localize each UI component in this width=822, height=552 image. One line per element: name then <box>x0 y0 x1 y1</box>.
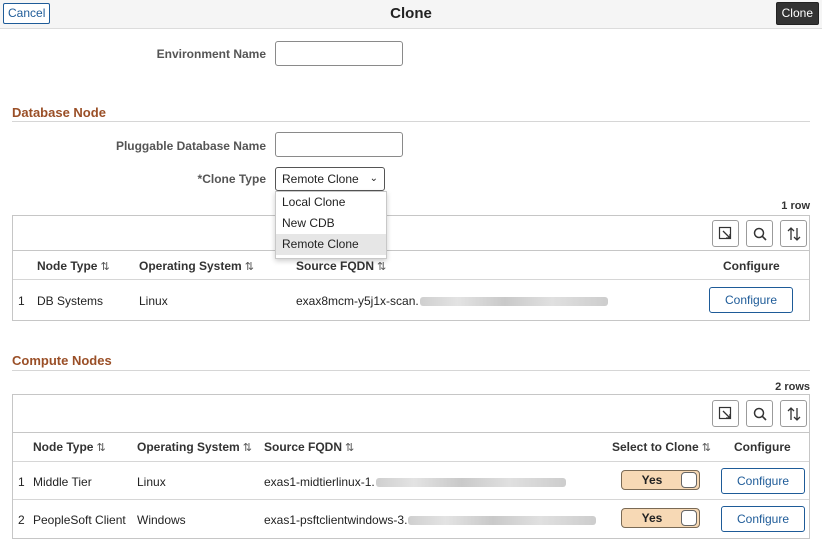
database-node-divider <box>12 121 810 122</box>
row-number: 2 <box>18 513 25 527</box>
environment-name-label: Environment Name <box>156 47 266 61</box>
fqdn-cell: exas1-psftclientwindows-3. <box>264 513 597 527</box>
sort-button[interactable] <box>780 220 807 247</box>
col-node-type[interactable]: Node Type ⇅ <box>37 259 110 273</box>
sort-icon: ⇅ <box>96 442 106 454</box>
grid-divider <box>13 461 809 462</box>
configure-button[interactable]: Configure <box>721 506 805 532</box>
sort-arrows-icon <box>787 227 801 241</box>
configure-button[interactable]: Configure <box>709 287 793 313</box>
toggle-label: Yes <box>641 473 663 487</box>
col-source-fqdn-label: Source FQDN <box>296 259 375 273</box>
sort-icon: ⇅ <box>701 442 711 454</box>
col-source-fqdn[interactable]: Source FQDN ⇅ <box>264 440 354 454</box>
export-button[interactable] <box>712 400 739 427</box>
os-cell: Linux <box>139 294 168 308</box>
col-configure: Configure <box>723 259 780 273</box>
node-type-cell: PeopleSoft Client <box>33 513 126 527</box>
database-node-section-title: Database Node <box>12 105 106 120</box>
sort-arrows-icon <box>787 407 801 421</box>
col-source-fqdn-label: Source FQDN <box>264 440 343 454</box>
export-button[interactable] <box>712 220 739 247</box>
row-number: 1 <box>18 475 25 489</box>
col-node-type[interactable]: Node Type ⇅ <box>33 440 106 454</box>
fqdn-cell: exax8mcm-y5j1x-scan. <box>296 294 608 308</box>
export-icon <box>718 226 732 240</box>
page-title: Clone <box>390 5 432 22</box>
grid-toolbar <box>13 216 809 251</box>
grid-toolbar <box>13 395 809 433</box>
search-icon <box>753 407 767 421</box>
toggle-knob <box>681 472 697 488</box>
compute-nodes-section-title: Compute Nodes <box>12 353 112 368</box>
compute-row-count: 2 rows <box>775 381 810 393</box>
col-operating-system-label: Operating System <box>139 259 242 273</box>
col-operating-system-label: Operating System <box>137 440 240 454</box>
database-node-grid: Node Type ⇅ Operating System ⇅ Source FQDN… <box>12 215 810 321</box>
sort-icon: ⇅ <box>100 261 110 273</box>
col-operating-system[interactable]: Operating System ⇅ <box>139 259 254 273</box>
col-node-type-label: Node Type <box>37 259 98 273</box>
environment-name-input[interactable] <box>275 41 403 66</box>
toggle-knob <box>681 510 697 526</box>
sort-icon: ⇅ <box>345 442 355 454</box>
redacted-text <box>375 478 566 488</box>
row-divider <box>13 499 809 500</box>
sort-icon: ⇅ <box>242 442 252 454</box>
search-button[interactable] <box>746 400 773 427</box>
export-icon <box>718 406 732 420</box>
compute-nodes-divider <box>12 370 810 371</box>
fqdn-text: exas1-psftclientwindows-3. <box>264 513 408 527</box>
col-configure: Configure <box>734 440 791 454</box>
col-source-fqdn[interactable]: Source FQDN ⇅ <box>296 259 386 273</box>
page-header: Cancel Clone Clone <box>0 0 822 29</box>
grid-divider <box>13 279 809 280</box>
search-icon <box>753 227 767 241</box>
pdb-name-label: Pluggable Database Name <box>115 139 266 153</box>
pdb-name-input[interactable] <box>275 132 403 157</box>
redacted-text <box>408 516 597 526</box>
clone-type-dropdown: Local Clone New CDB Remote Clone <box>275 191 387 259</box>
os-cell: Windows <box>137 513 186 527</box>
configure-button[interactable]: Configure <box>721 468 805 494</box>
sort-button[interactable] <box>780 400 807 427</box>
sort-icon: ⇅ <box>244 261 254 273</box>
dropdown-option-new-cdb[interactable]: New CDB <box>276 213 386 234</box>
fqdn-cell: exas1-midtierlinux-1. <box>264 475 566 489</box>
node-type-cell: DB Systems <box>37 294 104 308</box>
col-operating-system[interactable]: Operating System ⇅ <box>137 440 252 454</box>
clone-button[interactable]: Clone <box>775 2 819 25</box>
row-number: 1 <box>18 294 25 308</box>
clone-type-select[interactable]: Remote Clone ⌄ <box>275 167 385 191</box>
select-to-clone-toggle[interactable]: Yes <box>621 508 700 528</box>
redacted-text <box>419 297 608 307</box>
db-row-count: 1 row <box>781 200 810 212</box>
col-select-to-clone-label: Select to Clone <box>612 440 699 454</box>
select-to-clone-toggle[interactable]: Yes <box>621 470 700 490</box>
chevron-down-icon: ⌄ <box>369 173 378 184</box>
dropdown-option-local-clone[interactable]: Local Clone <box>276 192 386 213</box>
node-type-cell: Middle Tier <box>33 475 92 489</box>
clone-type-selected-value: Remote Clone <box>282 172 359 186</box>
col-node-type-label: Node Type <box>33 440 94 454</box>
compute-nodes-grid: Node Type ⇅ Operating System ⇅ Source FQDN… <box>12 394 810 539</box>
clone-type-label: *Clone Type <box>197 172 266 186</box>
sort-icon: ⇅ <box>377 261 387 273</box>
search-button[interactable] <box>746 220 773 247</box>
col-select-to-clone[interactable]: Select to Clone ⇅ <box>612 440 711 454</box>
fqdn-text: exas1-midtierlinux-1. <box>264 475 375 489</box>
os-cell: Linux <box>137 475 166 489</box>
fqdn-text: exax8mcm-y5j1x-scan. <box>296 294 419 308</box>
dropdown-option-remote-clone[interactable]: Remote Clone <box>276 234 386 255</box>
toggle-label: Yes <box>641 511 663 525</box>
